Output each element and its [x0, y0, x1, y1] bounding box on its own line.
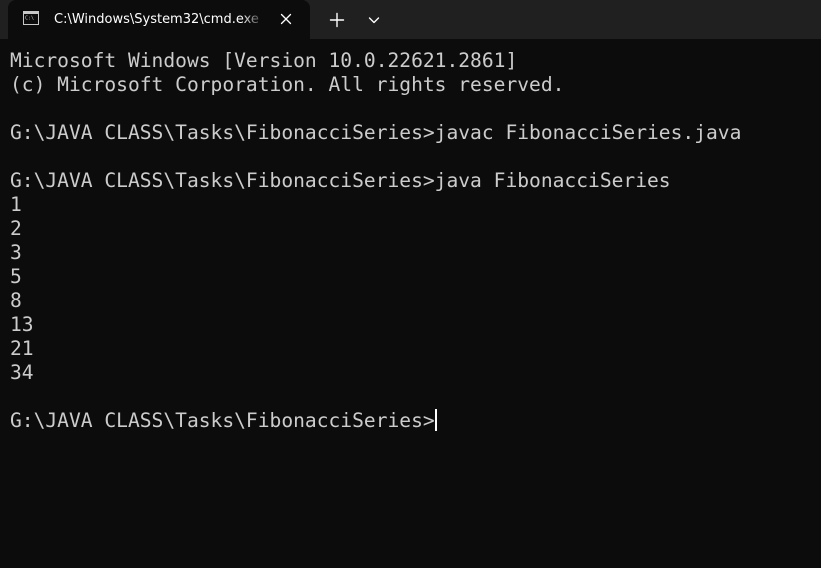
cmd-prompt-icon: C:\ [23, 11, 39, 25]
console-line: 13 [10, 313, 34, 336]
tab-title: C:\Windows\System32\cmd.exe [54, 12, 259, 27]
terminal-window: C:\ C:\Windows\System32\cmd.exe Microsof… [0, 0, 821, 568]
console-line: 21 [10, 337, 34, 360]
plus-icon[interactable] [325, 8, 349, 32]
close-icon[interactable] [278, 11, 294, 27]
tab-bar: C:\ C:\Windows\System32\cmd.exe [0, 0, 821, 39]
console-line: (c) Microsoft Corporation. All rights re… [10, 73, 565, 96]
console-line: 5 [10, 265, 22, 288]
console-line: 8 [10, 289, 22, 312]
console-line: 1 [10, 193, 22, 216]
prompt-text: G:\JAVA CLASS\Tasks\FibonacciSeries> [10, 409, 435, 432]
console-line: G:\JAVA CLASS\Tasks\FibonacciSeries>java… [10, 121, 742, 144]
console-line: 2 [10, 217, 22, 240]
tab-cmd[interactable]: C:\ C:\Windows\System32\cmd.exe [8, 0, 310, 39]
chevron-down-icon[interactable] [364, 10, 384, 30]
console-line: 34 [10, 361, 34, 384]
console-line: G:\JAVA CLASS\Tasks\FibonacciSeries>java… [10, 169, 671, 192]
console-output[interactable]: Microsoft Windows [Version 10.0.22621.28… [10, 49, 821, 568]
text-cursor [434, 409, 437, 431]
svg-text:C:\: C:\ [25, 16, 34, 22]
console-line: Microsoft Windows [Version 10.0.22621.28… [10, 49, 518, 72]
console-line: 3 [10, 241, 22, 264]
prompt-line[interactable]: G:\JAVA CLASS\Tasks\FibonacciSeries> [10, 409, 821, 433]
